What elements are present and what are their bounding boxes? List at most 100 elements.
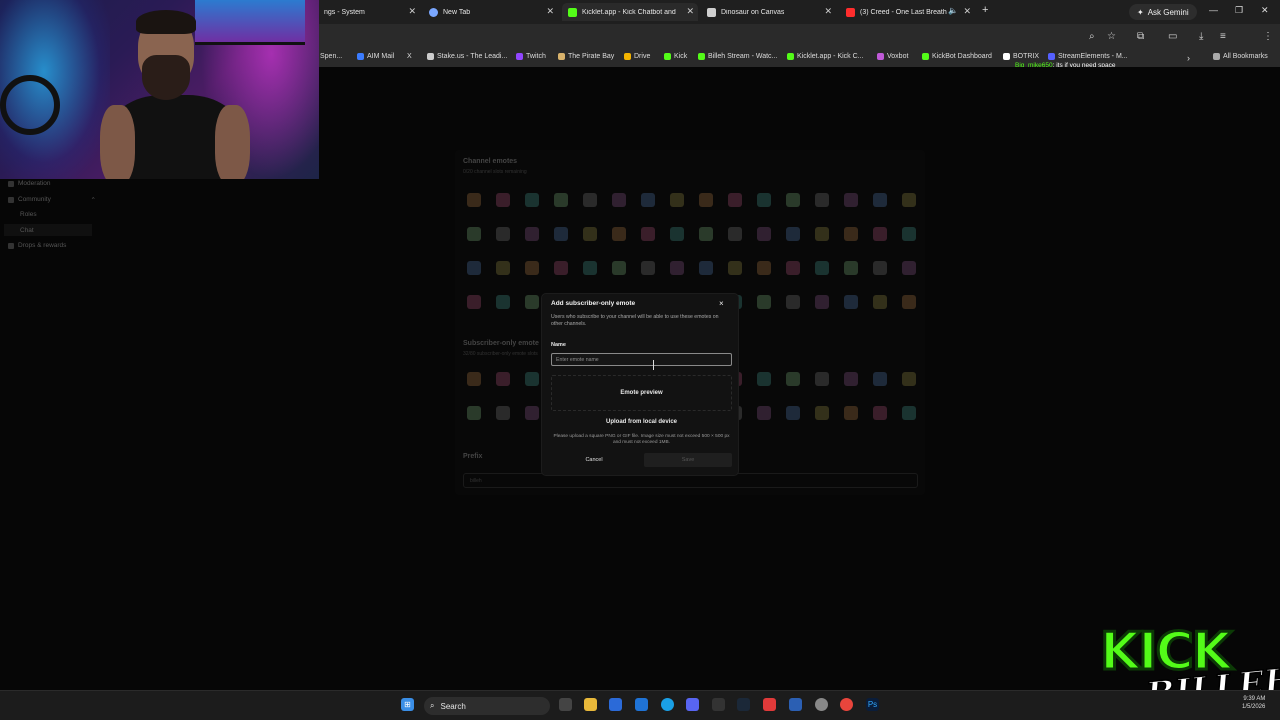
emote-tile[interactable] bbox=[811, 372, 833, 386]
bookmark-item[interactable]: The Pirate Bay bbox=[558, 53, 614, 60]
task-view-icon[interactable] bbox=[559, 698, 572, 711]
emote-tile[interactable] bbox=[608, 261, 630, 275]
store-icon[interactable] bbox=[609, 698, 622, 711]
new-tab-button[interactable]: + bbox=[982, 4, 988, 16]
emote-tile[interactable] bbox=[637, 193, 659, 207]
tab-dinosaur[interactable]: Dinosaur on Canvas ✕ bbox=[701, 3, 836, 21]
emote-tile[interactable] bbox=[463, 227, 485, 241]
close-window-button[interactable]: ✕ bbox=[1261, 5, 1269, 16]
emote-tile[interactable] bbox=[840, 406, 862, 420]
emote-tile[interactable] bbox=[840, 261, 862, 275]
emote-tile[interactable] bbox=[840, 227, 862, 241]
emote-tile[interactable] bbox=[463, 372, 485, 386]
emote-tile[interactable] bbox=[666, 193, 688, 207]
outlook-icon[interactable] bbox=[635, 698, 648, 711]
bookmark-item[interactable]: AIM Mail bbox=[357, 53, 394, 60]
emote-tile[interactable] bbox=[898, 193, 920, 207]
emote-tile[interactable] bbox=[782, 406, 804, 420]
emote-tile[interactable] bbox=[898, 261, 920, 275]
emote-tile[interactable] bbox=[753, 227, 775, 241]
bookmark-item[interactable]: Kick bbox=[664, 53, 687, 60]
emote-tile[interactable] bbox=[869, 193, 891, 207]
cast-icon[interactable]: ▭ bbox=[1168, 31, 1177, 42]
emote-tile[interactable] bbox=[550, 227, 572, 241]
taskbar-search[interactable]: ⌕ Search bbox=[424, 697, 550, 715]
emote-tile[interactable] bbox=[521, 372, 543, 386]
ask-gemini-button[interactable]: ✦ Ask Gemini bbox=[1129, 4, 1197, 20]
save-button[interactable]: Save bbox=[644, 453, 732, 467]
photoshop-icon[interactable]: Ps bbox=[866, 698, 879, 711]
emote-tile[interactable] bbox=[898, 227, 920, 241]
emote-tile[interactable] bbox=[782, 193, 804, 207]
emote-tile[interactable] bbox=[463, 406, 485, 420]
bookmark-item[interactable]: Billeh Stream - Watc... bbox=[698, 53, 777, 60]
emote-tile[interactable] bbox=[608, 193, 630, 207]
emote-tile[interactable] bbox=[492, 295, 514, 309]
emote-tile[interactable] bbox=[579, 261, 601, 275]
emote-tile[interactable] bbox=[492, 193, 514, 207]
monitor-app-icon[interactable] bbox=[789, 698, 802, 711]
emote-tile[interactable] bbox=[782, 227, 804, 241]
emote-tile[interactable] bbox=[637, 227, 659, 241]
edge-icon[interactable] bbox=[661, 698, 674, 711]
bookmark-item[interactable]: StreamElements - M... bbox=[1048, 53, 1128, 60]
emote-name-input[interactable] bbox=[551, 353, 732, 366]
sidebar-item-chat[interactable]: Chat bbox=[4, 224, 92, 236]
emote-tile[interactable] bbox=[840, 193, 862, 207]
emote-tile[interactable] bbox=[782, 295, 804, 309]
emote-tile[interactable] bbox=[695, 227, 717, 241]
xbox-icon[interactable] bbox=[712, 698, 725, 711]
emote-tile[interactable] bbox=[840, 295, 862, 309]
emote-tile[interactable] bbox=[521, 261, 543, 275]
emote-tile[interactable] bbox=[898, 295, 920, 309]
speaker-icon[interactable]: 🔈 bbox=[948, 6, 958, 15]
emote-tile[interactable] bbox=[898, 372, 920, 386]
tab-close-icon[interactable]: ✕ bbox=[824, 6, 832, 17]
emote-tile[interactable] bbox=[492, 406, 514, 420]
bookmark-item[interactable]: Drive bbox=[624, 53, 650, 60]
steam-icon[interactable] bbox=[737, 698, 750, 711]
emote-tile[interactable] bbox=[463, 261, 485, 275]
tab-settings[interactable]: ngs - System ✕ bbox=[318, 3, 420, 21]
emote-tile[interactable] bbox=[753, 372, 775, 386]
emote-tile[interactable] bbox=[579, 227, 601, 241]
menu-icon[interactable]: ⋮ bbox=[1263, 31, 1273, 42]
settings-icon[interactable] bbox=[815, 698, 828, 711]
bookmark-item[interactable]: Stake.us - The Leadi... bbox=[427, 53, 507, 60]
emote-tile[interactable] bbox=[637, 261, 659, 275]
tab-close-icon[interactable]: ✕ bbox=[963, 6, 971, 17]
all-bookmarks[interactable]: All Bookmarks bbox=[1213, 53, 1268, 60]
emote-tile[interactable] bbox=[869, 372, 891, 386]
emote-tile[interactable] bbox=[550, 193, 572, 207]
emote-tile[interactable] bbox=[869, 406, 891, 420]
cancel-button[interactable]: Cancel bbox=[575, 454, 613, 466]
emote-tile[interactable] bbox=[753, 406, 775, 420]
emote-tile[interactable] bbox=[811, 295, 833, 309]
tab-close-icon[interactable]: ✕ bbox=[408, 6, 416, 17]
emote-tile[interactable] bbox=[550, 261, 572, 275]
sidebar-item-community[interactable]: Community ⌃ bbox=[8, 196, 96, 204]
star-icon[interactable]: ☆ bbox=[1107, 31, 1116, 42]
bookmark-item[interactable]: Twitch bbox=[516, 53, 546, 60]
emote-tile[interactable] bbox=[869, 227, 891, 241]
bookmark-item[interactable]: X bbox=[407, 53, 412, 60]
emote-tile[interactable] bbox=[521, 193, 543, 207]
download-icon[interactable]: ⤓ bbox=[1199, 31, 1203, 42]
emote-tile[interactable] bbox=[579, 193, 601, 207]
tab-new-tab[interactable]: New Tab ✕ bbox=[423, 3, 558, 21]
maximize-button[interactable]: ❐ bbox=[1235, 5, 1243, 16]
emote-tile[interactable] bbox=[492, 227, 514, 241]
emote-tile[interactable] bbox=[811, 227, 833, 241]
emote-tile[interactable] bbox=[695, 261, 717, 275]
emote-tile[interactable] bbox=[608, 227, 630, 241]
emote-tile[interactable] bbox=[492, 261, 514, 275]
tab-close-icon[interactable]: ✕ bbox=[686, 6, 694, 17]
emote-tile[interactable] bbox=[811, 261, 833, 275]
app-icon[interactable] bbox=[763, 698, 776, 711]
more-bookmarks-icon[interactable]: › bbox=[1187, 53, 1190, 63]
emote-tile[interactable] bbox=[753, 261, 775, 275]
emote-tile[interactable] bbox=[840, 372, 862, 386]
tab-kicklet[interactable]: Kicklet.app - Kick Chatbot and ✕ bbox=[562, 3, 698, 21]
emote-tile[interactable] bbox=[695, 193, 717, 207]
bookmark-item[interactable]: Voxbot bbox=[877, 53, 908, 60]
